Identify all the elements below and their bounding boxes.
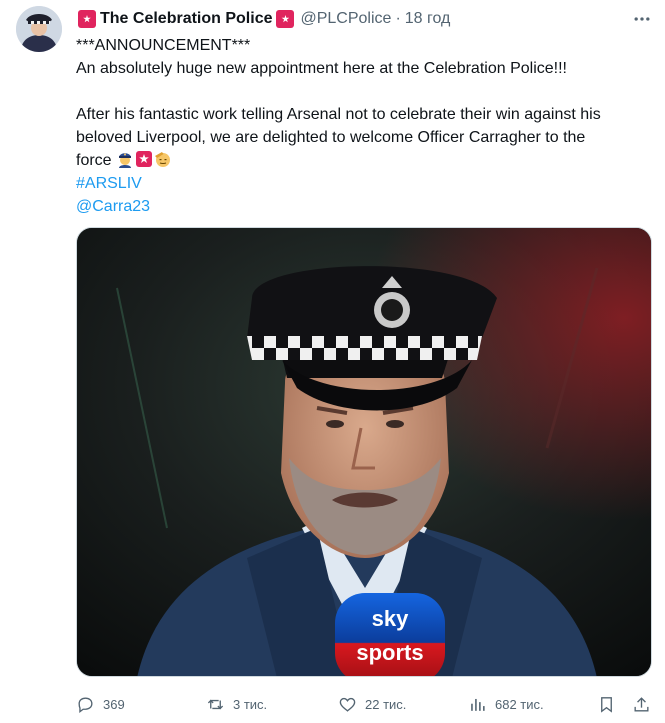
heart-icon xyxy=(339,697,356,712)
mention-link[interactable]: @Carra23 xyxy=(76,195,656,218)
text-line: ***ANNOUNCEMENT*** xyxy=(76,37,251,54)
like-count: 22 тис. xyxy=(365,696,407,712)
text-line: After his fantastic work telling Arsenal… xyxy=(76,106,601,123)
timestamp[interactable]: 18 год xyxy=(405,10,451,28)
mic-label-sports: sports xyxy=(356,640,423,665)
repost-icon xyxy=(207,699,224,709)
text-line: beloved Liverpool, we are delighted to w… xyxy=(76,129,586,146)
police-officer-emoji-icon xyxy=(119,153,132,168)
views-count: 682 тис. xyxy=(495,696,544,712)
reply-count: 369 xyxy=(103,696,125,712)
officer-photo: sky sports xyxy=(77,228,651,676)
separator-dot: · xyxy=(395,10,401,27)
display-name[interactable]: The Celebration Police xyxy=(100,10,272,28)
user-handle[interactable]: @PLCPolice xyxy=(300,10,391,28)
more-icon xyxy=(634,17,650,21)
views-icon xyxy=(471,698,485,711)
text-fragment: force xyxy=(76,152,112,169)
views-button[interactable]: 682 тис. xyxy=(468,690,544,718)
tweet[interactable]: The Celebration Police @PLCPolice · 18 г… xyxy=(0,0,665,723)
text-line-with-emoji: force xyxy=(76,149,656,172)
share-button[interactable] xyxy=(632,690,651,718)
tweet-image[interactable]: sky sports xyxy=(76,227,652,677)
police-siren-icon xyxy=(136,151,153,167)
police-siren-icon xyxy=(276,10,295,28)
repost-button[interactable]: 3 тис. xyxy=(206,690,267,718)
action-bar: 369 3 тис. 22 тис. 682 тис. xyxy=(76,690,656,718)
mic-label-sky: sky xyxy=(372,606,409,631)
tweet-text: ***ANNOUNCEMENT*** An absolutely huge ne… xyxy=(76,34,656,218)
avatar-police-icon xyxy=(16,6,62,52)
tweet-header: The Celebration Police @PLCPolice · 18 г… xyxy=(76,8,450,30)
share-icon xyxy=(634,696,649,712)
bookmark-icon xyxy=(601,696,612,713)
repost-count: 3 тис. xyxy=(233,696,268,712)
police-siren-icon xyxy=(78,10,96,28)
more-button[interactable] xyxy=(630,8,654,30)
saluting-face-icon xyxy=(155,152,171,167)
like-button[interactable]: 22 тис. xyxy=(338,690,406,718)
avatar[interactable] xyxy=(16,6,62,52)
hashtag-link[interactable]: #ARSLIV xyxy=(76,172,656,195)
bookmark-button[interactable] xyxy=(597,690,616,718)
reply-button[interactable]: 369 xyxy=(76,690,125,718)
text-line: An absolutely huge new appointment here … xyxy=(76,60,567,77)
reply-icon xyxy=(78,696,93,713)
